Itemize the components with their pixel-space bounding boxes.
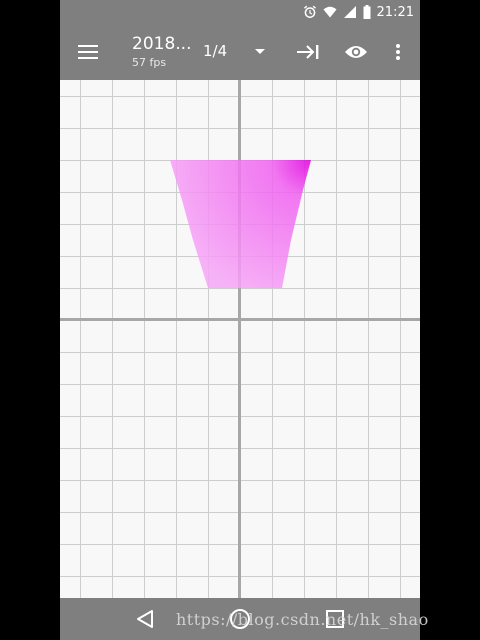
wifi-icon	[323, 5, 337, 19]
dropdown-icon	[255, 49, 265, 54]
skip-to-end-icon	[297, 45, 319, 59]
app-toolbar: 2018... 57 fps 1/4	[60, 24, 420, 80]
skip-to-end-button[interactable]	[294, 38, 322, 66]
menu-button[interactable]	[74, 38, 102, 66]
alarm-icon	[303, 5, 317, 19]
status-bar: 21:21	[60, 0, 420, 24]
drawing-canvas[interactable]	[60, 80, 420, 598]
menu-icon	[78, 45, 98, 59]
more-vert-icon	[396, 44, 400, 60]
status-time: 21:21	[376, 4, 414, 20]
back-icon	[137, 610, 153, 628]
page-dropdown-button[interactable]	[250, 42, 270, 62]
trapezoid-shape[interactable]	[170, 160, 311, 288]
shape-layer	[170, 160, 311, 288]
more-options-button[interactable]	[386, 38, 410, 66]
back-button[interactable]	[132, 606, 158, 632]
eye-icon	[345, 46, 367, 58]
battery-icon	[363, 5, 371, 19]
signal-icon	[343, 5, 357, 19]
phone-screen: 21:21 2018... 57 fps 1/4	[60, 0, 420, 640]
fps-counter: 57 fps	[132, 56, 167, 69]
watermark-text: https://blog.csdn.net/hk_shao	[176, 610, 429, 629]
toolbar-title: 2018...	[132, 34, 192, 54]
page-indicator: 1/4	[203, 42, 228, 60]
title-block: 2018... 57 fps	[132, 34, 191, 70]
visibility-button[interactable]	[342, 38, 370, 66]
